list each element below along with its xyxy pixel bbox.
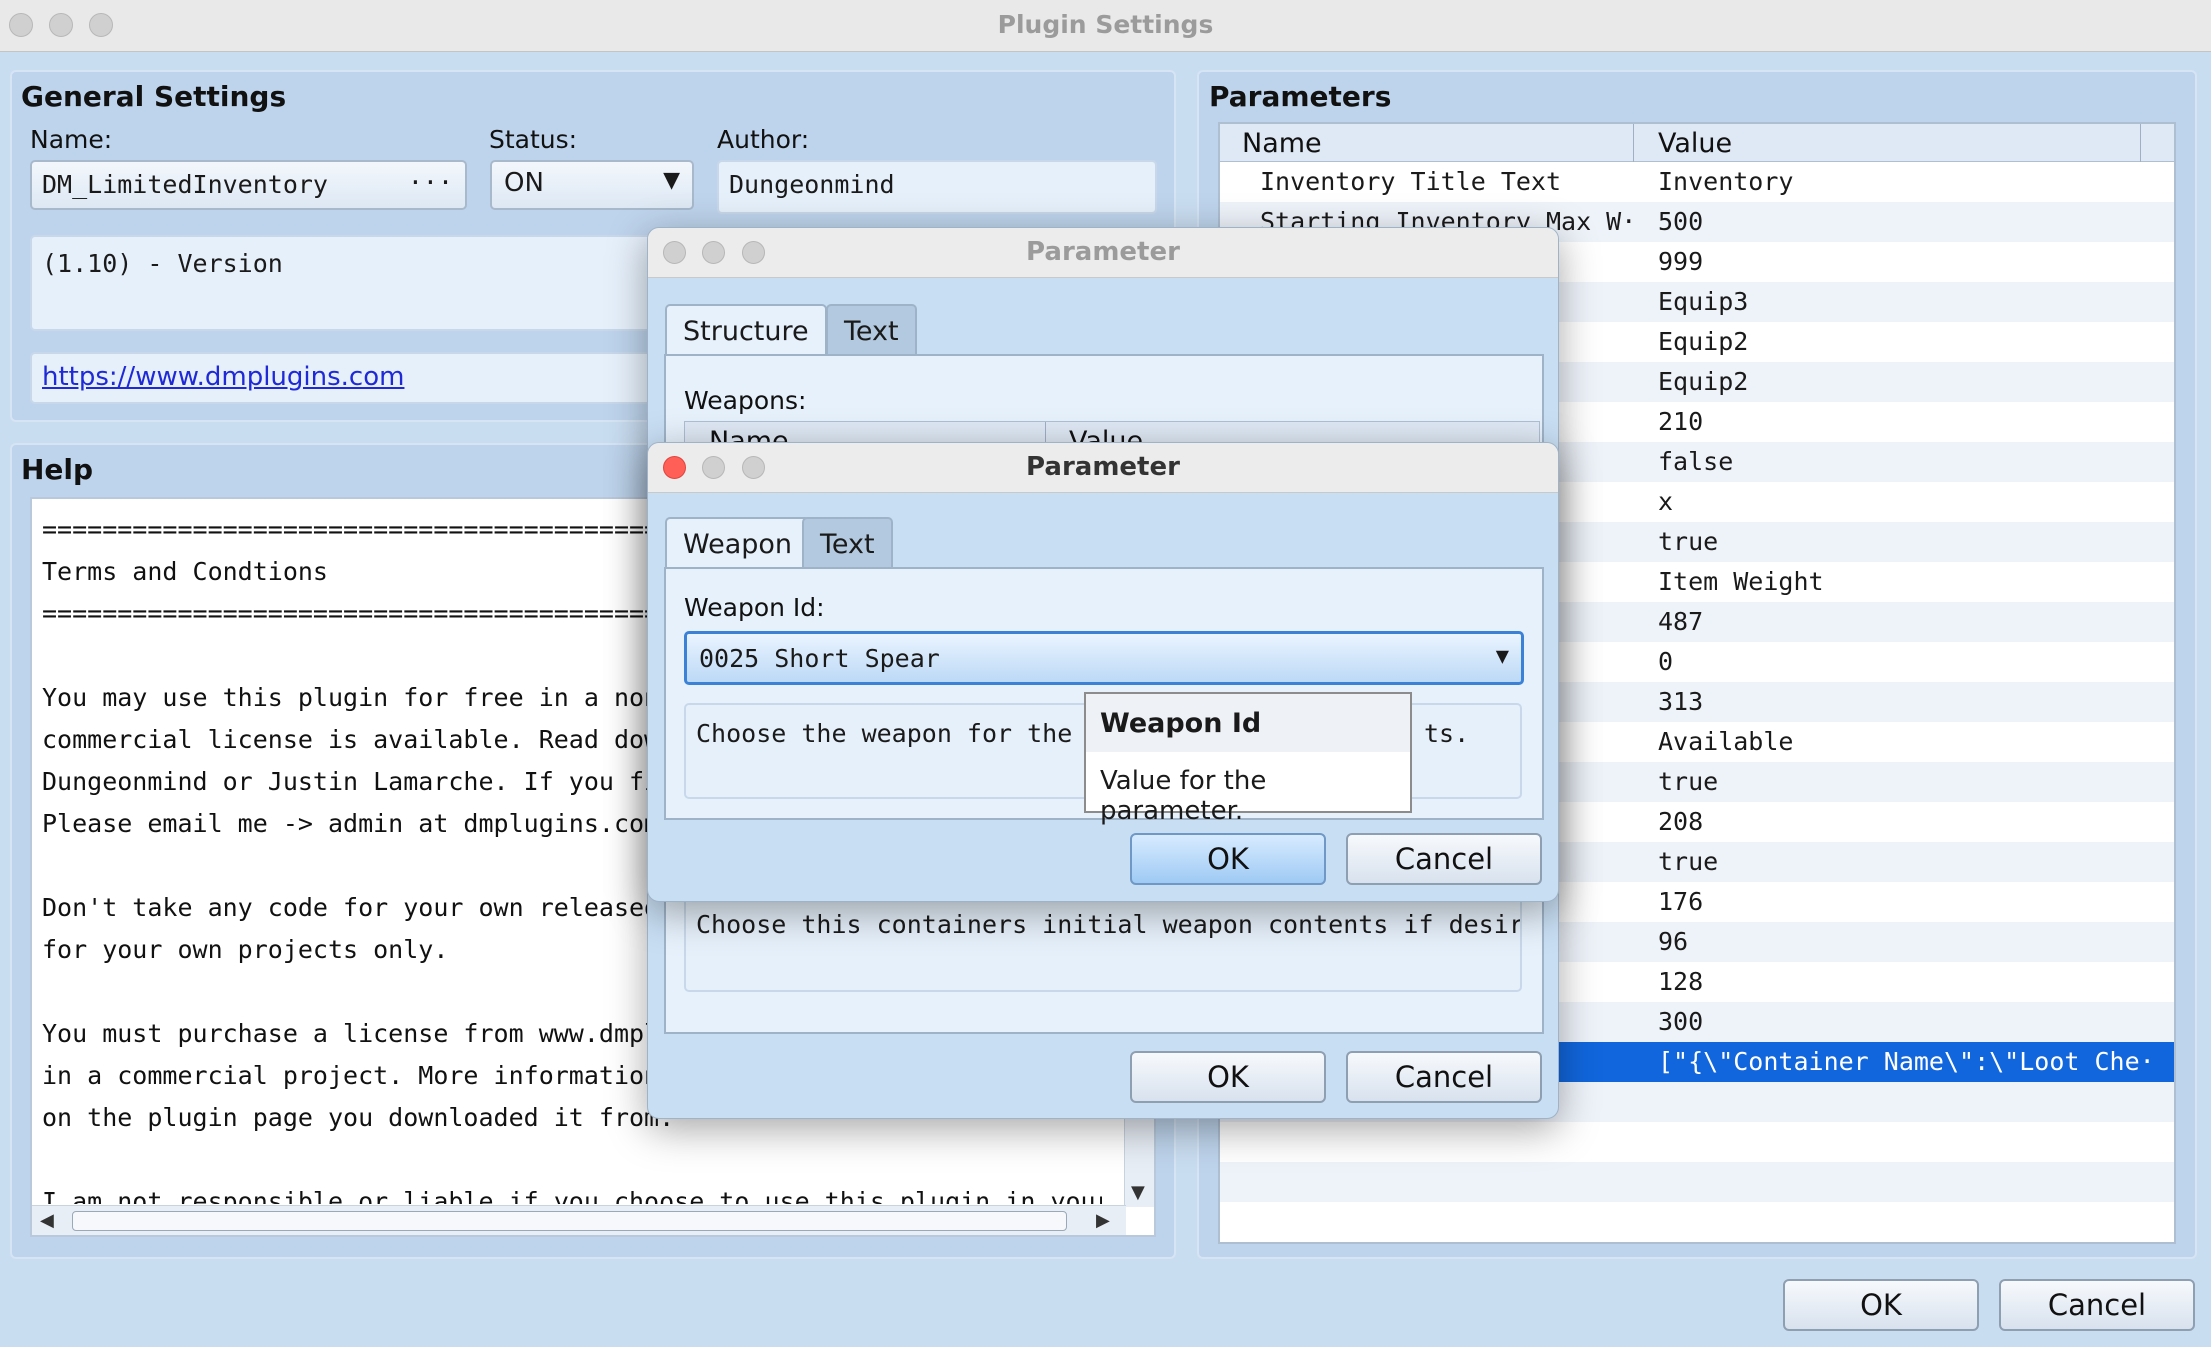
author-label: Author: (717, 125, 810, 154)
parameter-value: true (1658, 767, 1719, 796)
parameter-value: ["{\"Container Name\":\"Loot Che··· (1658, 1047, 2158, 1076)
author-field[interactable]: Dungeonmind (717, 160, 1157, 214)
dialog-front-title-bar: Parameter (648, 443, 1558, 493)
parameter-value: Equip2 (1658, 327, 1749, 356)
name-browse-button[interactable]: ··· (408, 168, 453, 197)
name-value: DM_LimitedInventory (42, 170, 328, 199)
table-row[interactable]: Inventory Title Text Inventory (1220, 162, 2174, 202)
tab-weapon[interactable]: Weapon (665, 517, 811, 569)
parameter-value: 487 (1658, 607, 1704, 636)
parameter-value: Available (1658, 727, 1794, 756)
dialog-back-ok-button[interactable]: OK (1130, 1051, 1326, 1103)
parameter-value: true (1658, 527, 1719, 556)
dialog-front-cancel-button[interactable]: Cancel (1346, 833, 1542, 885)
parameter-value: true (1658, 847, 1719, 876)
parameter-value: 208 (1658, 807, 1704, 836)
weapon-id-description-end: ts. (1424, 719, 1470, 748)
name-field[interactable]: DM_LimitedInventory ··· (30, 160, 467, 210)
column-header-value[interactable]: Value (1658, 128, 1732, 159)
weapons-label: Weapons: (684, 386, 807, 415)
weapon-id-select[interactable]: 0025 Short Spear ▼ (684, 631, 1524, 685)
dialog-back-title: Parameter (1026, 237, 1180, 267)
dialog-front-ok-button[interactable]: OK (1130, 833, 1326, 885)
chevron-down-icon: ▼ (1495, 644, 1509, 669)
parameter-value: Equip2 (1658, 367, 1749, 396)
help-title: Help (21, 453, 94, 486)
parameters-title: Parameters (1209, 80, 1392, 113)
status-label: Status: (489, 125, 578, 154)
dialog-front-title: Parameter (1026, 452, 1180, 482)
help-text-line: I am not responsible or liable if you ch… (42, 1187, 1102, 1204)
help-horizontal-scrollbar[interactable]: ◀ ▶ (32, 1205, 1126, 1235)
status-select[interactable]: ON ▼ (490, 160, 694, 210)
scroll-down-icon[interactable]: ▼ (1131, 1182, 1145, 1203)
empty-table-row (1220, 1122, 2174, 1162)
parameter-value: Inventory (1658, 167, 1794, 196)
parameter-value: 999 (1658, 247, 1704, 276)
parameter-value: Item Weight (1658, 567, 1824, 596)
parameter-value: 210 (1658, 407, 1704, 436)
tooltip-body: Value for the parameter. (1100, 766, 1267, 826)
scroll-right-icon[interactable]: ▶ (1096, 1210, 1110, 1231)
tab-text[interactable]: Text (802, 517, 893, 569)
url-link[interactable]: https://www.dmplugins.com (42, 362, 404, 392)
parameter-value: 176 (1658, 887, 1704, 916)
parameter-value: false (1658, 447, 1734, 476)
empty-table-row (1220, 1202, 2174, 1242)
parameter-value: 128 (1658, 967, 1704, 996)
weapon-id-label: Weapon Id: (684, 593, 825, 622)
parameter-value: 500 (1658, 207, 1704, 236)
parameter-dialog-front: Parameter Weapon Text Weapon Id: 0025 Sh… (647, 442, 1559, 902)
weapons-description: Choose this containers initial weapon co… (684, 894, 1522, 992)
tab-structure[interactable]: Structure (665, 304, 827, 356)
weapon-id-value: 0025 Short Spear (699, 644, 940, 673)
scroll-left-icon[interactable]: ◀ (40, 1210, 54, 1231)
window-title: Plugin Settings (997, 10, 1214, 39)
chevron-down-icon: ▼ (663, 168, 680, 193)
parameters-table-header: Name Value (1220, 124, 2174, 162)
parameter-value: 300 (1658, 1007, 1704, 1036)
parameter-value: Equip3 (1658, 287, 1749, 316)
dialog-back-title-bar: Parameter (648, 228, 1558, 278)
ok-button[interactable]: OK (1783, 1279, 1979, 1331)
title-bar: Plugin Settings (0, 0, 2211, 52)
general-settings-title: General Settings (21, 80, 287, 113)
status-value: ON (504, 168, 544, 198)
empty-table-row (1220, 1162, 2174, 1202)
parameter-value: x (1658, 487, 1674, 516)
tab-text[interactable]: Text (826, 304, 917, 356)
tooltip: Weapon Id Value for the parameter. (1084, 692, 1412, 826)
name-label: Name: (30, 125, 113, 154)
help-text-line (42, 1139, 1102, 1181)
cancel-button[interactable]: Cancel (1999, 1279, 2195, 1331)
parameter-value: 313 (1658, 687, 1704, 716)
parameter-name: Inventory Title Text (1260, 167, 1562, 196)
parameter-value: 96 (1658, 927, 1689, 956)
weapon-id-description-start: Choose the weapon for the co (696, 719, 1118, 748)
column-header-name[interactable]: Name (1242, 128, 1322, 159)
parameter-value: 0 (1658, 647, 1674, 676)
dialog-back-cancel-button[interactable]: Cancel (1346, 1051, 1542, 1103)
tooltip-title: Weapon Id (1086, 694, 1410, 752)
scrollbar-thumb[interactable] (72, 1211, 1067, 1231)
